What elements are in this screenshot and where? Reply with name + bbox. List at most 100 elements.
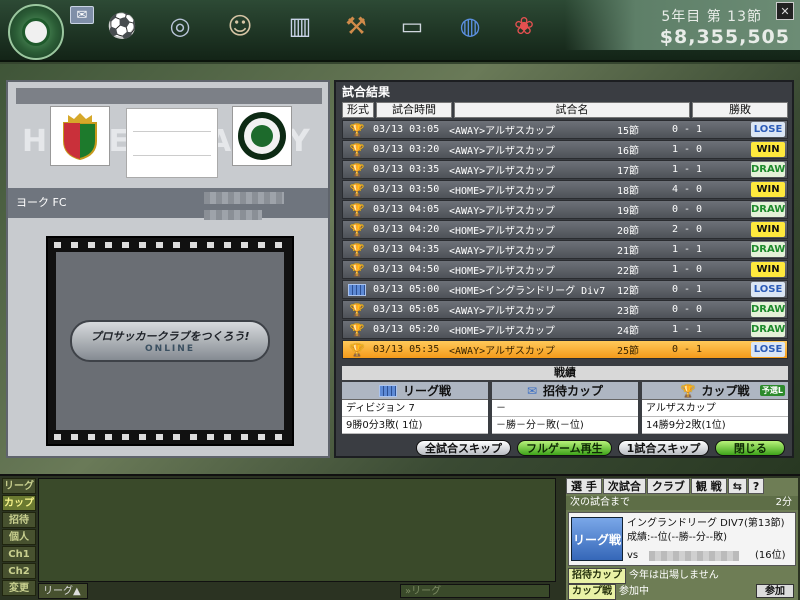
chat-tab[interactable]: 個人 bbox=[2, 529, 36, 545]
join-button[interactable]: 参加 bbox=[756, 584, 794, 598]
chat-tab[interactable]: 変更 bbox=[2, 580, 36, 596]
result-row[interactable]: 🏆 03/13 05:35 <AWAY>アルザスカップ 25節 0 - 1 LOSE bbox=[342, 340, 788, 359]
blurred-text bbox=[204, 192, 284, 204]
next-match-box: リーグ戦 イングランドリーグ DIV7(第13節) 成績:--位(--勝--分-… bbox=[568, 512, 796, 566]
info-tab[interactable]: ? bbox=[747, 478, 765, 494]
stadium-icon[interactable]: ◎ bbox=[162, 8, 198, 44]
auction-gavel-icon[interactable]: ⚒ bbox=[338, 8, 374, 44]
result-row[interactable]: 🏆 03/13 04:20 <HOME>アルザスカップ 20節 2 - 0 WIN bbox=[342, 220, 788, 239]
match-result-badge: DRAW bbox=[751, 242, 786, 257]
film-sprocket bbox=[156, 242, 163, 248]
invite-cup-text: 今年は出場しません bbox=[629, 570, 719, 581]
match-score: 0 - 0 bbox=[671, 304, 703, 315]
match-time: 03/13 03:50 bbox=[373, 184, 440, 195]
info-tab[interactable]: 観 戦 bbox=[690, 478, 727, 494]
results-list: 🏆 03/13 03:05 <AWAY>アルザスカップ 15節 0 - 1 LOSE 🏆 03… bbox=[342, 120, 788, 360]
match-score: 1 - 0 bbox=[671, 264, 703, 275]
info-tab[interactable]: 選 手 bbox=[566, 478, 602, 494]
result-row[interactable]: 🏆 03/13 04:35 <AWAY>アルザスカップ 21節 1 - 1 DRAW bbox=[342, 240, 788, 259]
match-time: 03/13 03:05 bbox=[373, 124, 440, 135]
computer-icon[interactable]: ▭ bbox=[394, 8, 430, 44]
globe-icon[interactable]: ◍ bbox=[452, 8, 488, 44]
chat-tab[interactable]: Ch2 bbox=[2, 563, 36, 579]
round-crest-icon bbox=[238, 112, 286, 160]
col-time: 試合時間 bbox=[376, 102, 452, 118]
match-time: 03/13 05:20 bbox=[373, 324, 440, 335]
close-button[interactable]: 閉じる bbox=[715, 440, 786, 456]
film-sprocket bbox=[173, 242, 180, 248]
result-row[interactable]: 03/13 05:00 <HOME>イングランドリーグ Div7 12節 0 - 1 L… bbox=[342, 280, 788, 299]
league-standing: 9勝0分3敗( 1位) bbox=[342, 417, 488, 434]
invite-cup-record: ✉ 招待カップ － －勝－分－敗(－位) bbox=[492, 382, 638, 434]
film-sprocket bbox=[258, 242, 265, 248]
window-close-button[interactable]: ✕ bbox=[776, 2, 794, 20]
film-sprocket bbox=[207, 242, 214, 248]
skip-one-button[interactable]: 1試合スキップ bbox=[617, 440, 710, 456]
match-round: 12節 bbox=[617, 286, 640, 297]
money-display: $8,355,505 bbox=[660, 26, 790, 48]
envelope-icon: ✉ bbox=[526, 383, 538, 398]
chat-tab[interactable]: Ch1 bbox=[2, 546, 36, 562]
film-sprocket bbox=[105, 242, 112, 248]
gift-icon[interactable]: ❀ bbox=[506, 8, 542, 44]
film-sprocket bbox=[190, 434, 197, 440]
building-icon[interactable]: ▥ bbox=[282, 8, 318, 44]
match-score: 0 - 1 bbox=[671, 284, 703, 295]
trophy-icon: 🏆 bbox=[349, 322, 365, 337]
manager-icon[interactable]: ☺ bbox=[222, 8, 258, 44]
game-subtitle-text: ONLINE bbox=[145, 344, 195, 354]
chat-tab[interactable]: カップ bbox=[2, 495, 36, 511]
full-replay-button[interactable]: フルゲーム再生 bbox=[517, 440, 612, 456]
home-emblem bbox=[50, 106, 110, 166]
game-title-logo: プロサッカークラブをつくろう! ONLINE bbox=[70, 320, 270, 362]
bottom-panel: リーグ カップ 招待 個人 Ch1 Ch2 変更 リーグ▲ »リーグ 選 手次試合 クラブ観 … bbox=[0, 474, 800, 600]
next-match-countdown: 2分 bbox=[775, 497, 792, 508]
film-sprocket bbox=[275, 434, 282, 440]
result-row[interactable]: 🏆 03/13 03:50 <HOME>アルザスカップ 18節 4 - 0 WIN bbox=[342, 180, 788, 199]
info-tab[interactable]: 次試合 bbox=[602, 478, 646, 494]
trophy-icon: 🏆 bbox=[349, 262, 365, 277]
result-row[interactable]: 🏆 03/13 04:50 <HOME>アルザスカップ 22節 1 - 0 WIN bbox=[342, 260, 788, 279]
match-score: 1 - 1 bbox=[671, 164, 703, 175]
film-sprocket bbox=[258, 434, 265, 440]
result-row[interactable]: 🏆 03/13 05:20 <HOME>アルザスカップ 24節 1 - 1 DRAW bbox=[342, 320, 788, 339]
skip-all-button[interactable]: 全試合スキップ bbox=[416, 440, 511, 456]
match-name: <AWAY>アルザスカップ bbox=[449, 346, 555, 357]
film-sprocket bbox=[105, 434, 112, 440]
film-frame: プロサッカークラブをつくろう! ONLINE bbox=[46, 236, 294, 446]
film-sprocket bbox=[71, 242, 78, 248]
match-score: 1 - 1 bbox=[671, 324, 703, 335]
shield-crest-icon bbox=[63, 113, 97, 161]
chat-mode-select[interactable]: リーグ▲ bbox=[38, 583, 88, 599]
cup-name: アルザスカップ bbox=[642, 400, 788, 417]
mail-icon[interactable]: ✉ bbox=[70, 6, 94, 24]
info-tab[interactable]: ⇆ bbox=[727, 478, 747, 494]
chat-tab[interactable]: リーグ bbox=[2, 478, 36, 494]
match-score: 1 - 0 bbox=[671, 144, 703, 155]
chat-input[interactable]: »リーグ bbox=[400, 584, 550, 598]
cup-tag: カップ戦 bbox=[568, 584, 616, 600]
info-panel: 選 手次試合 クラブ観 戦 ⇆? 次の試合まで 2分 リーグ戦 イングランドリーグ … bbox=[566, 478, 798, 600]
result-row[interactable]: 🏆 03/13 03:05 <AWAY>アルザスカップ 15節 0 - 1 LOSE bbox=[342, 120, 788, 139]
result-row[interactable]: 🏆 03/13 03:20 <AWAY>アルザスカップ 16節 1 - 0 WIN bbox=[342, 140, 788, 159]
record-summary: 戦績 リーグ戦 ディビジョン 7 9勝0分3敗( 1位) ✉ 招待カップ － －勝… bbox=[342, 366, 788, 436]
soccer-ball-icon[interactable]: ⚽ bbox=[104, 8, 140, 44]
trophy-icon: 🏆 bbox=[349, 162, 365, 177]
match-time: 03/13 04:50 bbox=[373, 264, 440, 275]
match-round: 15節 bbox=[617, 126, 640, 137]
result-row[interactable]: 🏆 03/13 05:05 <AWAY>アルザスカップ 23節 0 - 0 DRAW bbox=[342, 300, 788, 319]
match-result-badge: WIN bbox=[751, 262, 785, 277]
match-result-badge: LOSE bbox=[751, 122, 785, 137]
film-sprocket bbox=[88, 242, 95, 248]
match-score: 0 - 0 bbox=[671, 204, 703, 215]
info-tab[interactable]: クラブ bbox=[646, 478, 690, 494]
opponent-rank: (16位) bbox=[755, 550, 786, 561]
invite-cup-label: 招待カップ bbox=[543, 384, 604, 398]
result-row[interactable]: 🏆 03/13 04:05 <AWAY>アルザスカップ 19節 0 - 0 DRAW bbox=[342, 200, 788, 219]
chat-tab[interactable]: 招待 bbox=[2, 512, 36, 528]
match-name: <AWAY>アルザスカップ bbox=[449, 146, 555, 157]
trophy-icon: 🏆 bbox=[349, 222, 365, 237]
match-round: 21節 bbox=[617, 246, 640, 257]
results-panel: 試合結果 形式 試合時間 試合名 勝敗 🏆 03/13 03:05 <AWAY>アル… bbox=[334, 80, 794, 458]
result-row[interactable]: 🏆 03/13 03:35 <AWAY>アルザスカップ 17節 1 - 1 DRAW bbox=[342, 160, 788, 179]
